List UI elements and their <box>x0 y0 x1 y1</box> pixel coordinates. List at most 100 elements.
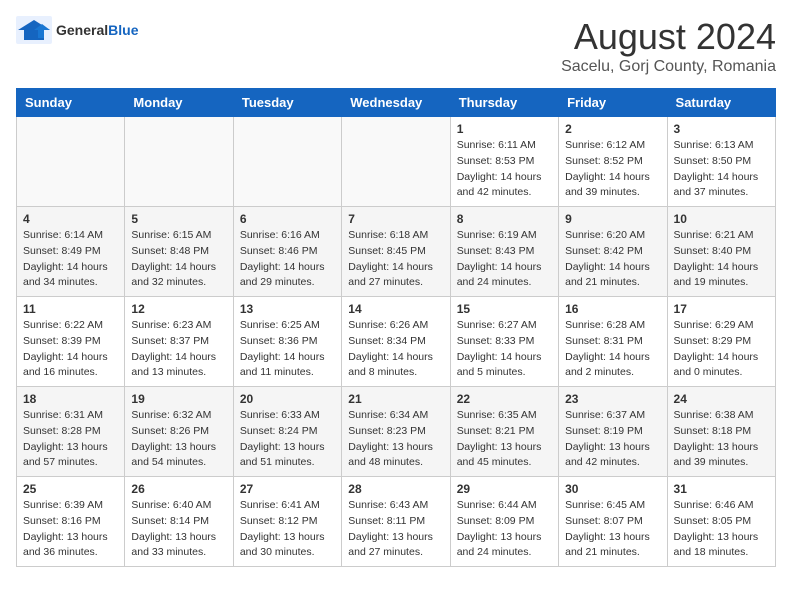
day-number: 28 <box>348 482 443 496</box>
logo-general-text: General <box>56 22 108 38</box>
day-info: Sunrise: 6:38 AM Sunset: 8:18 PM Dayligh… <box>674 408 769 471</box>
calendar-header-row: SundayMondayTuesdayWednesdayThursdayFrid… <box>17 89 776 117</box>
day-number: 27 <box>240 482 335 496</box>
calendar-day <box>17 117 125 207</box>
day-number: 5 <box>131 212 226 226</box>
day-number: 15 <box>457 302 552 316</box>
title-section: August 2024 Sacelu, Gorj County, Romania <box>561 16 776 76</box>
day-number: 6 <box>240 212 335 226</box>
calendar-day <box>342 117 450 207</box>
day-number: 29 <box>457 482 552 496</box>
calendar-day: 17Sunrise: 6:29 AM Sunset: 8:29 PM Dayli… <box>667 297 775 387</box>
calendar-day: 8 Sunrise: 6:19 AM Sunset: 8:43 PM Daylig… <box>450 207 558 297</box>
day-number: 14 <box>348 302 443 316</box>
day-info: Sunrise: 6:21 AM Sunset: 8:40 PM Dayligh… <box>674 228 769 291</box>
day-number: 24 <box>674 392 769 406</box>
day-number: 21 <box>348 392 443 406</box>
calendar-day: 29 Sunrise: 6:44 AM Sunset: 8:09 PM Dayli… <box>450 477 558 567</box>
calendar-day: 3Sunrise: 6:13 AM Sunset: 8:50 PM Daylig… <box>667 117 775 207</box>
day-number: 18 <box>23 392 118 406</box>
day-number: 22 <box>457 392 552 406</box>
calendar-day: 25Sunrise: 6:39 AM Sunset: 8:16 PM Dayli… <box>17 477 125 567</box>
calendar-header-monday: Monday <box>125 89 233 117</box>
day-number: 19 <box>131 392 226 406</box>
calendar-day: 5 Sunrise: 6:15 AM Sunset: 8:48 PM Daylig… <box>125 207 233 297</box>
calendar-day: 10Sunrise: 6:21 AM Sunset: 8:40 PM Dayli… <box>667 207 775 297</box>
day-number: 9 <box>565 212 660 226</box>
day-info: Sunrise: 6:32 AM Sunset: 8:26 PM Dayligh… <box>131 408 226 471</box>
subtitle: Sacelu, Gorj County, Romania <box>561 58 776 76</box>
header: General Blue August 2024 Sacelu, Gorj Co… <box>16 16 776 76</box>
calendar-day: 19 Sunrise: 6:32 AM Sunset: 8:26 PM Dayli… <box>125 387 233 477</box>
day-info: Sunrise: 6:43 AM Sunset: 8:11 PM Dayligh… <box>348 498 443 561</box>
day-number: 12 <box>131 302 226 316</box>
day-info: Sunrise: 6:11 AM Sunset: 8:53 PM Dayligh… <box>457 138 552 201</box>
calendar-day <box>233 117 341 207</box>
calendar-day: 12 Sunrise: 6:23 AM Sunset: 8:37 PM Dayli… <box>125 297 233 387</box>
day-info: Sunrise: 6:15 AM Sunset: 8:48 PM Dayligh… <box>131 228 226 291</box>
logo-icon <box>16 16 52 44</box>
calendar-week-row: 18 Sunrise: 6:31 AM Sunset: 8:28 PM Dayli… <box>17 387 776 477</box>
calendar-week-row: 25Sunrise: 6:39 AM Sunset: 8:16 PM Dayli… <box>17 477 776 567</box>
calendar-header-thursday: Thursday <box>450 89 558 117</box>
calendar-day: 20Sunrise: 6:33 AM Sunset: 8:24 PM Dayli… <box>233 387 341 477</box>
calendar-week-row: 1 Sunrise: 6:11 AM Sunset: 8:53 PM Daylig… <box>17 117 776 207</box>
calendar-week-row: 11Sunrise: 6:22 AM Sunset: 8:39 PM Dayli… <box>17 297 776 387</box>
day-number: 8 <box>457 212 552 226</box>
calendar-header-wednesday: Wednesday <box>342 89 450 117</box>
calendar-day: 31 Sunrise: 6:46 AM Sunset: 8:05 PM Dayli… <box>667 477 775 567</box>
calendar-day <box>125 117 233 207</box>
day-info: Sunrise: 6:25 AM Sunset: 8:36 PM Dayligh… <box>240 318 335 381</box>
calendar-day: 28 Sunrise: 6:43 AM Sunset: 8:11 PM Dayli… <box>342 477 450 567</box>
day-number: 1 <box>457 122 552 136</box>
calendar-day: 11Sunrise: 6:22 AM Sunset: 8:39 PM Dayli… <box>17 297 125 387</box>
calendar-day: 15Sunrise: 6:27 AM Sunset: 8:33 PM Dayli… <box>450 297 558 387</box>
calendar: SundayMondayTuesdayWednesdayThursdayFrid… <box>16 88 776 567</box>
day-info: Sunrise: 6:44 AM Sunset: 8:09 PM Dayligh… <box>457 498 552 561</box>
calendar-week-row: 4Sunrise: 6:14 AM Sunset: 8:49 PM Daylig… <box>17 207 776 297</box>
calendar-header-tuesday: Tuesday <box>233 89 341 117</box>
calendar-day: 24 Sunrise: 6:38 AM Sunset: 8:18 PM Dayli… <box>667 387 775 477</box>
day-info: Sunrise: 6:34 AM Sunset: 8:23 PM Dayligh… <box>348 408 443 471</box>
calendar-day: 7Sunrise: 6:18 AM Sunset: 8:45 PM Daylig… <box>342 207 450 297</box>
day-info: Sunrise: 6:23 AM Sunset: 8:37 PM Dayligh… <box>131 318 226 381</box>
day-number: 20 <box>240 392 335 406</box>
day-number: 23 <box>565 392 660 406</box>
day-number: 30 <box>565 482 660 496</box>
day-info: Sunrise: 6:41 AM Sunset: 8:12 PM Dayligh… <box>240 498 335 561</box>
calendar-day: 16 Sunrise: 6:28 AM Sunset: 8:31 PM Dayli… <box>559 297 667 387</box>
calendar-day: 4Sunrise: 6:14 AM Sunset: 8:49 PM Daylig… <box>17 207 125 297</box>
main-title: August 2024 <box>561 16 776 58</box>
calendar-day: 2 Sunrise: 6:12 AM Sunset: 8:52 PM Daylig… <box>559 117 667 207</box>
day-info: Sunrise: 6:18 AM Sunset: 8:45 PM Dayligh… <box>348 228 443 291</box>
day-info: Sunrise: 6:45 AM Sunset: 8:07 PM Dayligh… <box>565 498 660 561</box>
day-info: Sunrise: 6:28 AM Sunset: 8:31 PM Dayligh… <box>565 318 660 381</box>
day-info: Sunrise: 6:12 AM Sunset: 8:52 PM Dayligh… <box>565 138 660 201</box>
day-info: Sunrise: 6:37 AM Sunset: 8:19 PM Dayligh… <box>565 408 660 471</box>
calendar-day: 27 Sunrise: 6:41 AM Sunset: 8:12 PM Dayli… <box>233 477 341 567</box>
calendar-day: 13Sunrise: 6:25 AM Sunset: 8:36 PM Dayli… <box>233 297 341 387</box>
calendar-day: 1 Sunrise: 6:11 AM Sunset: 8:53 PM Daylig… <box>450 117 558 207</box>
day-info: Sunrise: 6:14 AM Sunset: 8:49 PM Dayligh… <box>23 228 118 291</box>
calendar-header-friday: Friday <box>559 89 667 117</box>
day-number: 16 <box>565 302 660 316</box>
day-info: Sunrise: 6:31 AM Sunset: 8:28 PM Dayligh… <box>23 408 118 471</box>
calendar-day: 9 Sunrise: 6:20 AM Sunset: 8:42 PM Daylig… <box>559 207 667 297</box>
day-number: 31 <box>674 482 769 496</box>
day-number: 26 <box>131 482 226 496</box>
logo: General Blue <box>16 16 138 44</box>
calendar-day: 22Sunrise: 6:35 AM Sunset: 8:21 PM Dayli… <box>450 387 558 477</box>
day-number: 3 <box>674 122 769 136</box>
day-number: 17 <box>674 302 769 316</box>
day-info: Sunrise: 6:16 AM Sunset: 8:46 PM Dayligh… <box>240 228 335 291</box>
day-info: Sunrise: 6:19 AM Sunset: 8:43 PM Dayligh… <box>457 228 552 291</box>
calendar-day: 30 Sunrise: 6:45 AM Sunset: 8:07 PM Dayli… <box>559 477 667 567</box>
day-info: Sunrise: 6:40 AM Sunset: 8:14 PM Dayligh… <box>131 498 226 561</box>
calendar-header-sunday: Sunday <box>17 89 125 117</box>
calendar-day: 14Sunrise: 6:26 AM Sunset: 8:34 PM Dayli… <box>342 297 450 387</box>
calendar-day: 18 Sunrise: 6:31 AM Sunset: 8:28 PM Dayli… <box>17 387 125 477</box>
calendar-day: 23 Sunrise: 6:37 AM Sunset: 8:19 PM Dayli… <box>559 387 667 477</box>
day-info: Sunrise: 6:46 AM Sunset: 8:05 PM Dayligh… <box>674 498 769 561</box>
day-number: 2 <box>565 122 660 136</box>
day-info: Sunrise: 6:20 AM Sunset: 8:42 PM Dayligh… <box>565 228 660 291</box>
